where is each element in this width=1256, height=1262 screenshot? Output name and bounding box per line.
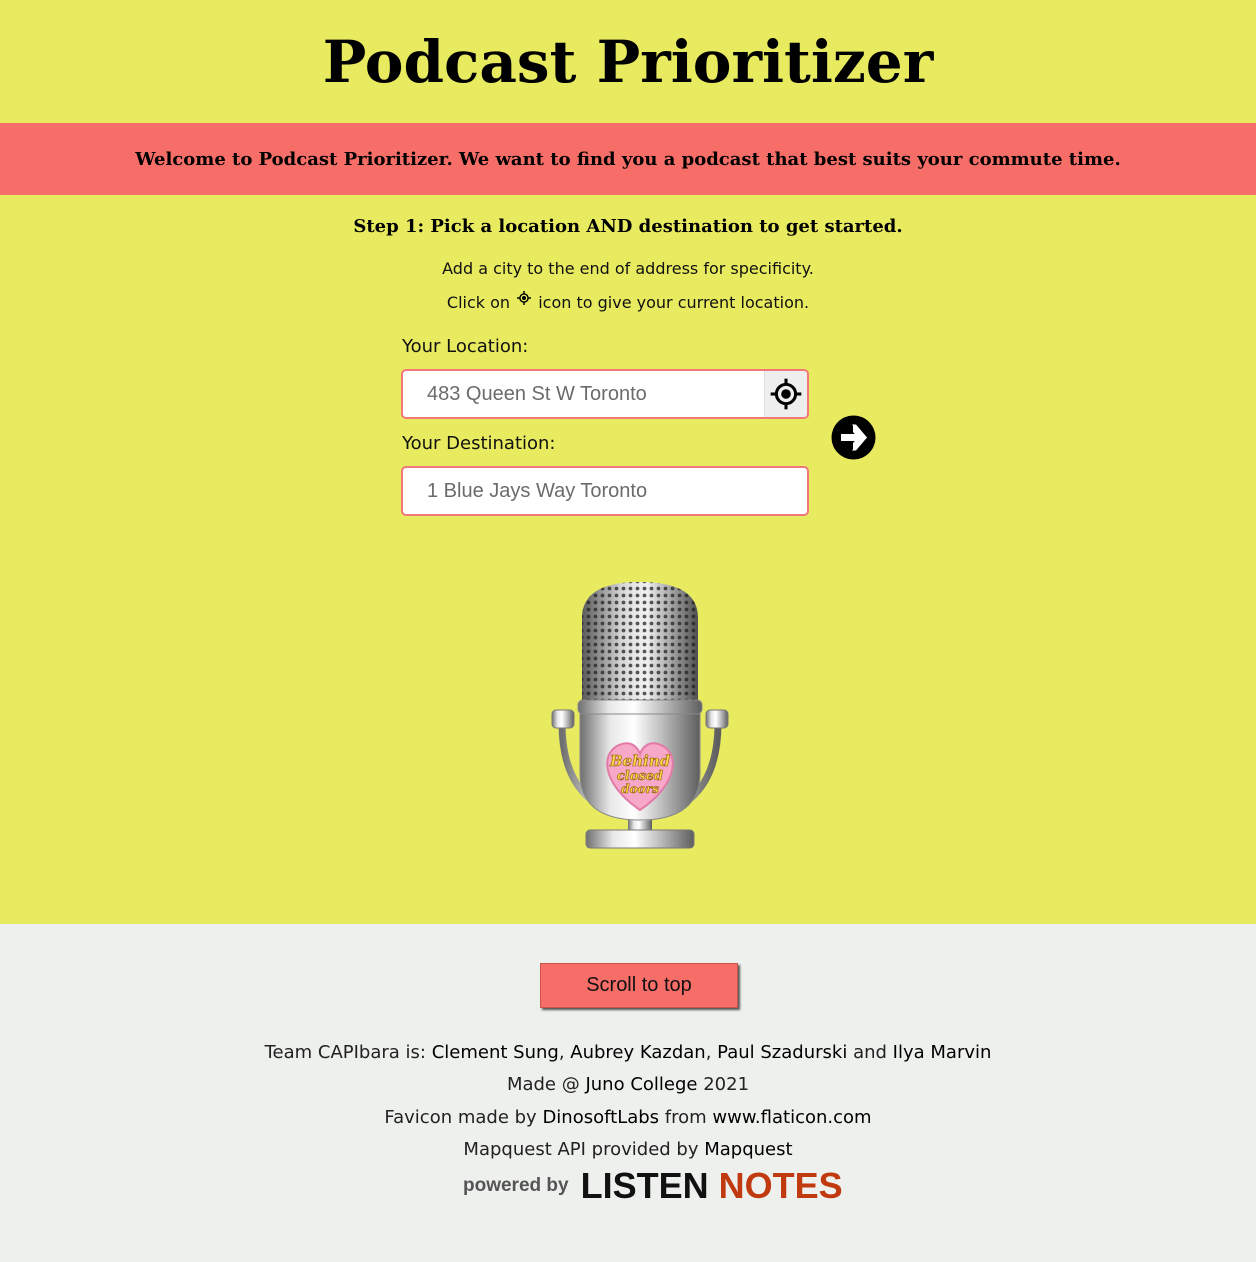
hint-locate-before: Click on bbox=[446, 293, 511, 312]
crosshair-icon bbox=[517, 291, 532, 305]
microphone-illustration: Behind closed doors bbox=[550, 578, 730, 850]
welcome-banner: Welcome to Podcast Prioritizer. We want … bbox=[0, 123, 1256, 195]
member-link-paul[interactable]: Paul Szadurski bbox=[717, 1042, 847, 1063]
welcome-text: Welcome to Podcast Prioritizer. We want … bbox=[135, 148, 1121, 170]
favicon-prefix: Favicon made by bbox=[384, 1107, 537, 1128]
mapquest-prefix: Mapquest API provided by bbox=[463, 1139, 699, 1160]
submit-button[interactable] bbox=[831, 415, 876, 460]
destination-field bbox=[401, 466, 809, 516]
destination-label: Your Destination: bbox=[402, 433, 556, 454]
member-link-clement[interactable]: Clement Sung bbox=[432, 1042, 559, 1063]
logo-text-1: Behind bbox=[609, 752, 671, 770]
powered-by-text: powered by bbox=[463, 1175, 569, 1196]
favicon-credit: Favicon made by DinosoftLabs from www.fl… bbox=[0, 1105, 1256, 1131]
member-link-ilya[interactable]: Ilya Marvin bbox=[893, 1042, 992, 1063]
college-link[interactable]: Juno College bbox=[585, 1074, 697, 1095]
flaticon-link[interactable]: www.flaticon.com bbox=[712, 1107, 871, 1128]
from-word: from bbox=[664, 1107, 707, 1128]
crosshair-icon bbox=[770, 378, 802, 410]
step-heading: Step 1: Pick a location AND destination … bbox=[353, 216, 903, 237]
locate-button[interactable] bbox=[764, 371, 807, 417]
scroll-to-top-button[interactable]: Scroll to top bbox=[540, 963, 738, 1008]
location-field bbox=[401, 369, 809, 419]
and-word: and bbox=[853, 1042, 887, 1063]
team-credit: Team CAPIbara is: Clement Sung, Aubrey K… bbox=[264, 1042, 992, 1063]
main-section: Podcast Prioritizer Welcome to Podcast P… bbox=[0, 0, 1256, 924]
location-label: Your Location: bbox=[402, 336, 529, 357]
footer: Scroll to top Team CAPIbara is: Clement … bbox=[0, 924, 1256, 1262]
member-link-aubrey[interactable]: Aubrey Kazdan bbox=[570, 1042, 705, 1063]
mapquest-credit: Mapquest API provided by Mapquest bbox=[0, 1137, 1256, 1163]
destination-input[interactable] bbox=[427, 468, 757, 514]
listen-notes-badge[interactable]: powered by LISTEN NOTES bbox=[463, 1165, 843, 1206]
hint-locate: Click on icon to give your current locat… bbox=[0, 291, 1256, 314]
logo-text-3: doors bbox=[621, 782, 659, 796]
made-credit: Made @ Juno College 2021 bbox=[0, 1072, 1256, 1098]
mapquest-link[interactable]: Mapquest bbox=[704, 1139, 792, 1160]
arrow-right-circle-icon bbox=[831, 415, 876, 460]
listen-text: LISTEN bbox=[580, 1165, 709, 1206]
team-prefix: Team CAPIbara is: bbox=[264, 1042, 426, 1063]
favicon-author-link[interactable]: DinosoftLabs bbox=[542, 1107, 659, 1128]
made-prefix: Made @ bbox=[506, 1074, 580, 1095]
location-input[interactable] bbox=[427, 371, 757, 417]
hint-locate-after: icon to give your current location. bbox=[538, 293, 810, 312]
page-title: Podcast Prioritizer bbox=[322, 28, 934, 96]
year: 2021 bbox=[703, 1074, 750, 1095]
notes-text: NOTES bbox=[718, 1165, 843, 1206]
hint-city: Add a city to the end of address for spe… bbox=[442, 259, 814, 278]
